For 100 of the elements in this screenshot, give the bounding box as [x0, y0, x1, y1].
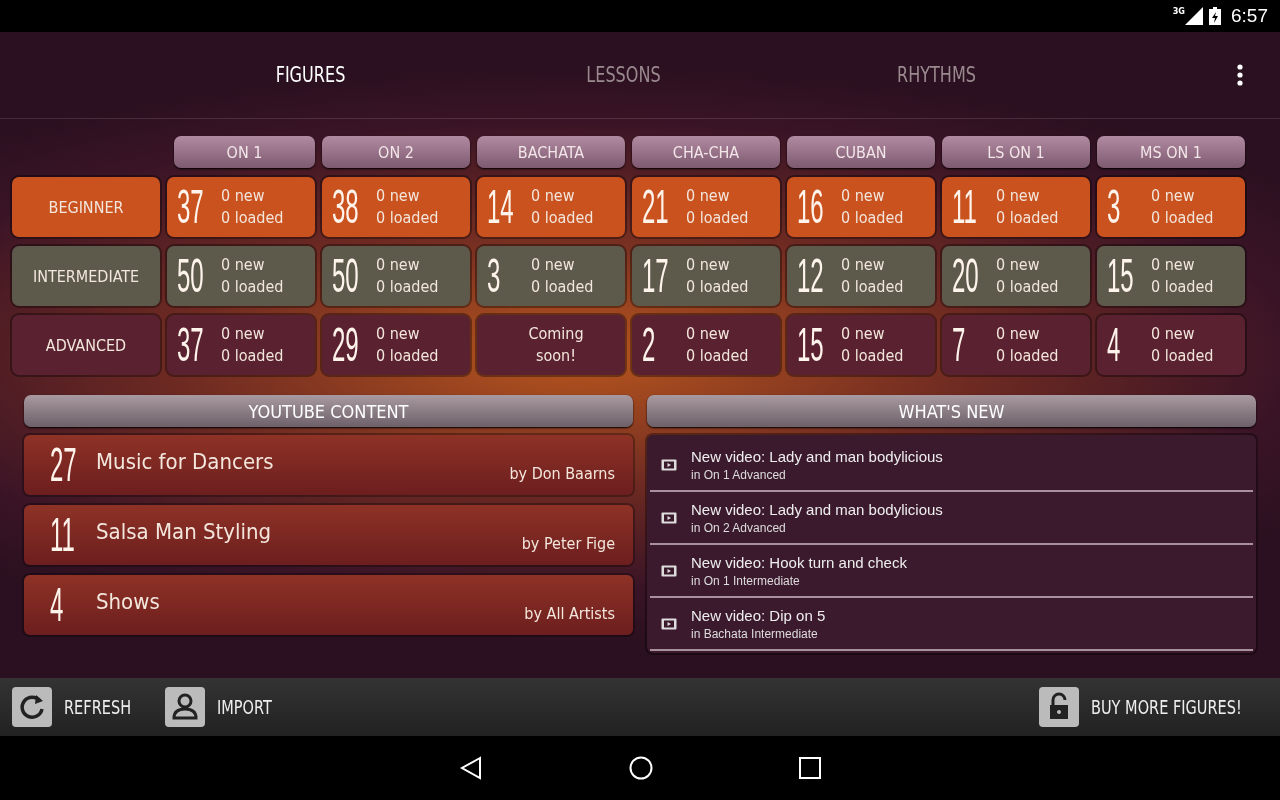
figure-tile[interactable]: 2 0 new 0 loaded: [632, 315, 780, 375]
figure-tile[interactable]: 7 0 new 0 loaded: [942, 315, 1090, 375]
news-title: New video: Hook turn and check: [691, 553, 907, 571]
figure-tile[interactable]: 15 0 new 0 loaded: [1097, 246, 1245, 306]
news-subtitle: in On 2 Advanced: [691, 520, 787, 535]
figure-count: 3: [487, 249, 501, 303]
new-count: 0 new: [376, 323, 421, 345]
column-header: MS ON 1: [1097, 136, 1245, 168]
channel-author: by Don Baarns: [509, 464, 615, 483]
new-count: 0 new: [1151, 254, 1196, 276]
new-count: 0 new: [221, 323, 266, 345]
figure-tile[interactable]: 3 0 new 0 loaded: [1097, 177, 1245, 237]
figure-tile[interactable]: 15 0 new 0 loaded: [787, 315, 935, 375]
figure-tile[interactable]: 4 0 new 0 loaded: [1097, 315, 1245, 375]
level-button[interactable]: BEGINNER: [12, 177, 160, 237]
loaded-count: 0 loaded: [1151, 207, 1214, 229]
figure-count: 12: [797, 249, 824, 303]
loaded-count: 0 loaded: [686, 207, 749, 229]
back-icon[interactable]: [458, 755, 484, 781]
loaded-count: 0 loaded: [841, 276, 904, 298]
new-count: 0 new: [221, 185, 266, 207]
buy-more-button[interactable]: BUY MORE FIGURES!: [1038, 687, 1268, 727]
figure-tile[interactable]: 37 0 new 0 loaded: [167, 315, 315, 375]
overflow-menu-icon[interactable]: [1237, 64, 1243, 86]
import-button[interactable]: IMPORT: [164, 687, 282, 727]
figure-count: 37: [177, 180, 204, 234]
battery-icon: [1209, 7, 1221, 25]
loaded-count: 0 loaded: [996, 207, 1059, 229]
loaded-count: 0 loaded: [841, 207, 904, 229]
channel-row[interactable]: 27 Music for Dancers by Don Baarns: [24, 435, 633, 495]
tab[interactable]: LESSONS: [490, 63, 757, 87]
news-item[interactable]: New video: Lady and man bodylicious in On 1 Advanced: [650, 439, 1253, 492]
figure-tile[interactable]: 20 0 new 0 loaded: [942, 246, 1090, 306]
video-count: 4: [50, 578, 64, 632]
video-icon: [661, 564, 677, 577]
new-count: 0 new: [376, 185, 421, 207]
figure-count: 29: [332, 318, 359, 372]
level-button[interactable]: ADVANCED: [12, 315, 160, 375]
news-item[interactable]: New video: Dip on 5 in Bachata Intermediate: [650, 598, 1253, 651]
refresh-button[interactable]: REFRESH: [12, 687, 143, 727]
channel-title: Shows: [96, 589, 160, 614]
figure-count: 14: [487, 180, 514, 234]
news-subtitle: in On 1 Intermediate: [691, 573, 801, 588]
new-count: 0 new: [221, 254, 266, 276]
loaded-count: 0 loaded: [1151, 276, 1214, 298]
clock: 6:57: [1231, 5, 1268, 27]
column-header: BACHATA: [477, 136, 625, 168]
figure-count: 38: [332, 180, 359, 234]
figure-tile[interactable]: 12 0 new 0 loaded: [787, 246, 935, 306]
new-count: 0 new: [531, 185, 576, 207]
figure-count: 50: [332, 249, 359, 303]
figure-tile[interactable]: 16 0 new 0 loaded: [787, 177, 935, 237]
column-header: ON 2: [322, 136, 470, 168]
loaded-count: 0 loaded: [376, 276, 439, 298]
loaded-count: 0 loaded: [221, 276, 284, 298]
refresh-icon: [12, 687, 52, 727]
figure-tile[interactable]: 37 0 new 0 loaded: [167, 177, 315, 237]
new-count: 0 new: [996, 323, 1041, 345]
channel-row[interactable]: 4 Shows by All Artists: [24, 575, 633, 635]
figure-count: 20: [952, 249, 979, 303]
figure-tile[interactable]: 3 0 new 0 loaded: [477, 246, 625, 306]
news-title: New video: Lady and man bodylicious: [691, 500, 943, 518]
loaded-count: 0 loaded: [221, 207, 284, 229]
loaded-count: 0 loaded: [531, 207, 594, 229]
figure-tile[interactable]: 38 0 new 0 loaded: [322, 177, 470, 237]
figure-tile[interactable]: 21 0 new 0 loaded: [632, 177, 780, 237]
figure-tile[interactable]: Coming soon!: [477, 315, 625, 375]
column-header: CUBAN: [787, 136, 935, 168]
figure-count: 4: [1107, 318, 1121, 372]
recents-icon[interactable]: [798, 756, 822, 780]
figure-tile[interactable]: 11 0 new 0 loaded: [942, 177, 1090, 237]
figure-count: 2: [642, 318, 656, 372]
loaded-count: 0 loaded: [686, 345, 749, 367]
news-item[interactable]: New video: Hook turn and check in On 1 Intermediate: [650, 545, 1253, 598]
loaded-count: 0 loaded: [996, 276, 1059, 298]
level-button[interactable]: INTERMEDIATE: [12, 246, 160, 306]
figure-count: 3: [1107, 180, 1121, 234]
new-count: 0 new: [686, 185, 731, 207]
figure-tile[interactable]: 50 0 new 0 loaded: [322, 246, 470, 306]
new-count: 0 new: [841, 323, 886, 345]
channel-author: by All Artists: [524, 604, 615, 623]
video-count: 11: [50, 508, 75, 562]
loaded-count: 0 loaded: [221, 345, 284, 367]
column-header: LS ON 1: [942, 136, 1090, 168]
channel-row[interactable]: 11 Salsa Man Styling by Peter Fige: [24, 505, 633, 565]
person-icon: [164, 687, 205, 727]
figure-tile[interactable]: 50 0 new 0 loaded: [167, 246, 315, 306]
news-item[interactable]: New video: Lady and man bodylicious in On 2 Advanced: [650, 492, 1253, 545]
tab[interactable]: RHYTHMS: [803, 63, 1070, 87]
figure-tile[interactable]: 29 0 new 0 loaded: [322, 315, 470, 375]
column-header: CHA-CHA: [632, 136, 780, 168]
figure-tile[interactable]: 14 0 new 0 loaded: [477, 177, 625, 237]
home-icon[interactable]: [628, 755, 654, 781]
tab[interactable]: FIGURES: [177, 63, 444, 87]
loaded-count: 0 loaded: [996, 345, 1059, 367]
news-subtitle: in On 1 Advanced: [691, 467, 787, 482]
section-header: WHAT'S NEW: [647, 395, 1256, 427]
figure-tile[interactable]: 17 0 new 0 loaded: [632, 246, 780, 306]
figure-count: 50: [177, 249, 204, 303]
new-count: 0 new: [996, 185, 1041, 207]
